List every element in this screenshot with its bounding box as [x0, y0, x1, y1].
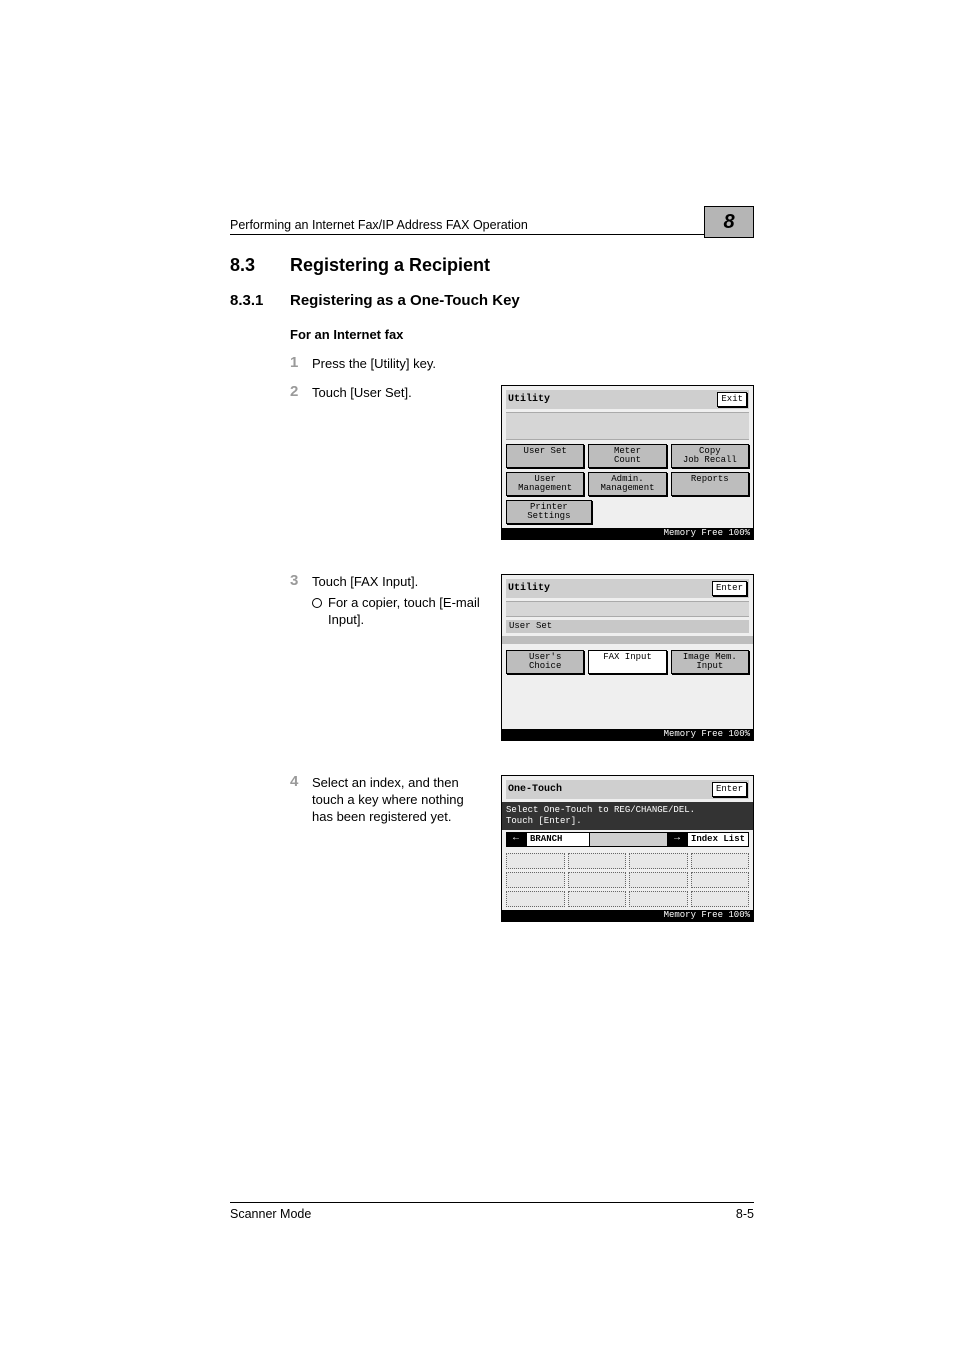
one-touch-grid: [506, 853, 749, 907]
arrow-right-icon[interactable]: →: [667, 832, 687, 847]
lcd3-title: One-Touch: [508, 785, 562, 795]
users-choice-button[interactable]: User's Choice: [506, 650, 584, 674]
section-title: Registering a Recipient: [290, 255, 490, 276]
lcd-one-touch: One-Touch Enter Select One-Touch to REG/…: [501, 775, 754, 922]
one-touch-slot[interactable]: [568, 853, 627, 869]
user-management-button[interactable]: User Management: [506, 472, 584, 496]
lcd2-section: User Set: [506, 620, 749, 633]
step-2: Touch [User Set]. Utility Exit User Set …: [290, 385, 754, 540]
one-touch-slot[interactable]: [691, 872, 750, 888]
lcd2-title: Utility: [508, 584, 550, 594]
running-head: Performing an Internet Fax/IP Address FA…: [230, 218, 754, 235]
one-touch-slot[interactable]: [629, 853, 688, 869]
one-touch-slot[interactable]: [629, 891, 688, 907]
arrow-left-icon[interactable]: ←: [506, 832, 526, 847]
meter-count-button[interactable]: Meter Count: [588, 444, 666, 468]
one-touch-slot[interactable]: [568, 872, 627, 888]
lcd1-title: Utility: [508, 395, 550, 405]
enter-button[interactable]: Enter: [712, 581, 747, 596]
one-touch-slot[interactable]: [691, 853, 750, 869]
one-touch-slot[interactable]: [506, 891, 565, 907]
index-list-button[interactable]: Index List: [687, 832, 749, 847]
one-touch-slot[interactable]: [568, 891, 627, 907]
one-touch-slot[interactable]: [506, 872, 565, 888]
enter-button-2[interactable]: Enter: [712, 782, 747, 797]
one-touch-slot[interactable]: [691, 891, 750, 907]
reports-button[interactable]: Reports: [671, 472, 749, 496]
page: Performing an Internet Fax/IP Address FA…: [0, 0, 954, 1351]
user-set-button[interactable]: User Set: [506, 444, 584, 468]
hollow-circle-icon: [312, 595, 328, 629]
subsection-heading: 8.3.1 Registering as a One-Touch Key: [230, 292, 754, 309]
step-2-text: Touch [User Set].: [312, 385, 412, 400]
footer-left: Scanner Mode: [230, 1207, 311, 1221]
step-3-subbullet: For a copier, touch [E-mail Input].: [312, 595, 487, 629]
lcd-utility-main: Utility Exit User Set Meter Count Copy J…: [501, 385, 754, 540]
lcd3-footer: Memory Free 100%: [502, 910, 753, 921]
copy-job-recall-button[interactable]: Copy Job Recall: [671, 444, 749, 468]
section-number: 8.3: [230, 255, 290, 276]
running-head-text: Performing an Internet Fax/IP Address FA…: [230, 218, 528, 232]
exit-button[interactable]: Exit: [717, 392, 747, 407]
lcd2-footer: Memory Free 100%: [502, 729, 753, 740]
lcd3-msg-line1: Select One-Touch to REG/CHANGE/DEL.: [506, 805, 749, 816]
footer-right: 8-5: [736, 1207, 754, 1221]
step-1-text: Press the [Utility] key.: [312, 356, 436, 371]
fax-input-button[interactable]: FAX Input: [588, 650, 666, 674]
paragraph-heading: For an Internet fax: [290, 327, 754, 342]
section-heading: 8.3 Registering a Recipient: [230, 255, 754, 276]
image-mem-input-button[interactable]: Image Mem. Input: [671, 650, 749, 674]
admin-management-button[interactable]: Admin. Management: [588, 472, 666, 496]
steps-list: Press the [Utility] key. Touch [User Set…: [290, 356, 754, 922]
step-1: Press the [Utility] key.: [290, 356, 754, 371]
chapter-tab: 8: [704, 206, 754, 238]
lcd-user-set: Utility Enter User Set User's Choice FAX…: [501, 574, 754, 741]
step-3-sub-text: For a copier, touch [E-mail Input].: [328, 595, 487, 629]
step-3: Touch [FAX Input]. For a copier, touch […: [290, 574, 754, 741]
page-footer: Scanner Mode 8-5: [230, 1202, 754, 1221]
content: 8.3 Registering a Recipient 8.3.1 Regist…: [230, 255, 754, 922]
step-4: Select an index, and then touch a key wh…: [290, 775, 754, 922]
printer-settings-button[interactable]: Printer Settings: [506, 500, 592, 524]
index-tabbar: ← BRANCH → Index List: [506, 832, 749, 847]
one-touch-slot[interactable]: [506, 853, 565, 869]
one-touch-slot[interactable]: [629, 872, 688, 888]
lcd3-msg-line2: Touch [Enter].: [506, 816, 749, 827]
step-3-text: Touch [FAX Input].: [312, 574, 487, 591]
subsection-title: Registering as a One-Touch Key: [290, 292, 520, 309]
step-4-text: Select an index, and then touch a key wh…: [312, 775, 464, 824]
branch-tab[interactable]: BRANCH: [526, 832, 590, 847]
lcd3-msg: Select One-Touch to REG/CHANGE/DEL. Touc…: [502, 802, 753, 830]
subsection-number: 8.3.1: [230, 292, 290, 309]
lcd1-footer: Memory Free 100%: [502, 528, 753, 539]
